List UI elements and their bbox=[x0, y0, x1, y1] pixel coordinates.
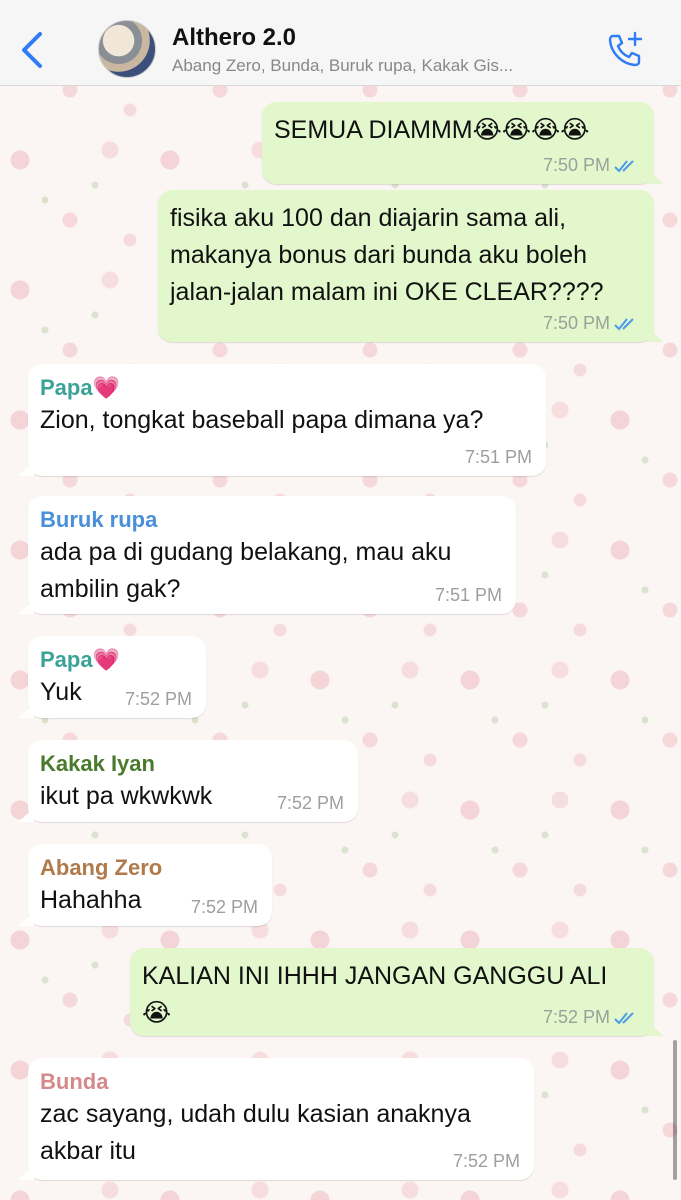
message-text: Zion, tongkat baseball papa dimana ya? bbox=[40, 406, 484, 434]
double-check-icon bbox=[614, 317, 634, 330]
message-meta: 7:51 PM bbox=[435, 585, 502, 606]
message-bubble-incoming[interactable]: Bunda zac sayang, udah dulu kasian anakn… bbox=[18, 1058, 534, 1180]
scrollbar[interactable] bbox=[673, 1040, 677, 1180]
message-sender: Abang Zero bbox=[40, 855, 163, 880]
message-meta: 7:52 PM bbox=[277, 793, 344, 814]
message-meta: 7:52 PM bbox=[191, 897, 258, 918]
message-sender: Bunda bbox=[40, 1069, 109, 1094]
message-text: SEMUA DIAMMM😭😭😭😭 bbox=[274, 116, 590, 144]
double-check-icon bbox=[614, 1011, 634, 1024]
message-sender: Buruk rupa bbox=[40, 507, 158, 532]
double-check-icon bbox=[614, 159, 634, 172]
message-text: KALIAN INI IHHH JANGAN GANGGU ALI😭 bbox=[142, 962, 608, 1027]
message-bubble-outgoing[interactable]: KALIAN INI IHHH JANGAN GANGGU ALI😭 7:52 … bbox=[130, 948, 664, 1036]
message-sender: Papa💗 bbox=[40, 647, 120, 672]
message-meta: 7:50 PM bbox=[543, 313, 640, 334]
message-time: 7:52 PM bbox=[124, 689, 192, 709]
message-meta: 7:52 PM bbox=[125, 689, 192, 710]
chat-header: Althero 2.0 Abang Zero, Bunda, Buruk rup… bbox=[0, 0, 681, 86]
message-time: 7:52 PM bbox=[276, 793, 344, 813]
message-time: 7:51 PM bbox=[464, 447, 532, 467]
chevron-left-icon[interactable] bbox=[18, 30, 46, 70]
message-bubble-incoming[interactable]: Kakak Iyan ikut pa wkwkwk 7:52 PM bbox=[18, 740, 358, 822]
message-time: 7:52 PM bbox=[542, 1007, 610, 1027]
message-meta: 7:52 PM bbox=[453, 1151, 520, 1172]
group-avatar[interactable] bbox=[98, 20, 156, 78]
message-bubble-incoming[interactable]: Papa💗 Zion, tongkat baseball papa dimana… bbox=[18, 364, 546, 476]
message-bubble-incoming[interactable]: Abang Zero Hahahha 7:52 PM bbox=[18, 844, 272, 926]
message-bubble-outgoing[interactable]: fisika aku 100 dan diajarin sama ali, ma… bbox=[158, 190, 664, 342]
message-time: 7:50 PM bbox=[542, 155, 610, 175]
message-meta: 7:51 PM bbox=[465, 447, 532, 468]
chat-participants[interactable]: Abang Zero, Bunda, Buruk rupa, Kakak Gis… bbox=[172, 56, 592, 76]
message-time: 7:52 PM bbox=[190, 897, 258, 917]
message-text: zac sayang, udah dulu kasian anaknya akb… bbox=[40, 1100, 471, 1165]
message-time: 7:50 PM bbox=[542, 313, 610, 333]
message-sender: Papa💗 bbox=[40, 375, 120, 400]
message-time: 7:52 PM bbox=[452, 1151, 520, 1171]
message-time: 7:51 PM bbox=[434, 585, 502, 605]
message-bubble-incoming[interactable]: Papa💗 Yuk 7:52 PM bbox=[18, 636, 206, 718]
add-call-icon[interactable] bbox=[605, 30, 645, 70]
message-bubble-outgoing[interactable]: SEMUA DIAMMM😭😭😭😭 7:50 PM bbox=[262, 102, 664, 184]
message-text: fisika aku 100 dan diajarin sama ali, ma… bbox=[170, 204, 604, 306]
chat-title[interactable]: Althero 2.0 bbox=[172, 24, 296, 52]
message-bubble-incoming[interactable]: Buruk rupa ada pa di gudang belakang, ma… bbox=[18, 496, 516, 614]
message-meta: 7:52 PM bbox=[543, 1007, 640, 1028]
message-sender: Kakak Iyan bbox=[40, 751, 155, 776]
message-meta: 7:50 PM bbox=[543, 155, 640, 176]
